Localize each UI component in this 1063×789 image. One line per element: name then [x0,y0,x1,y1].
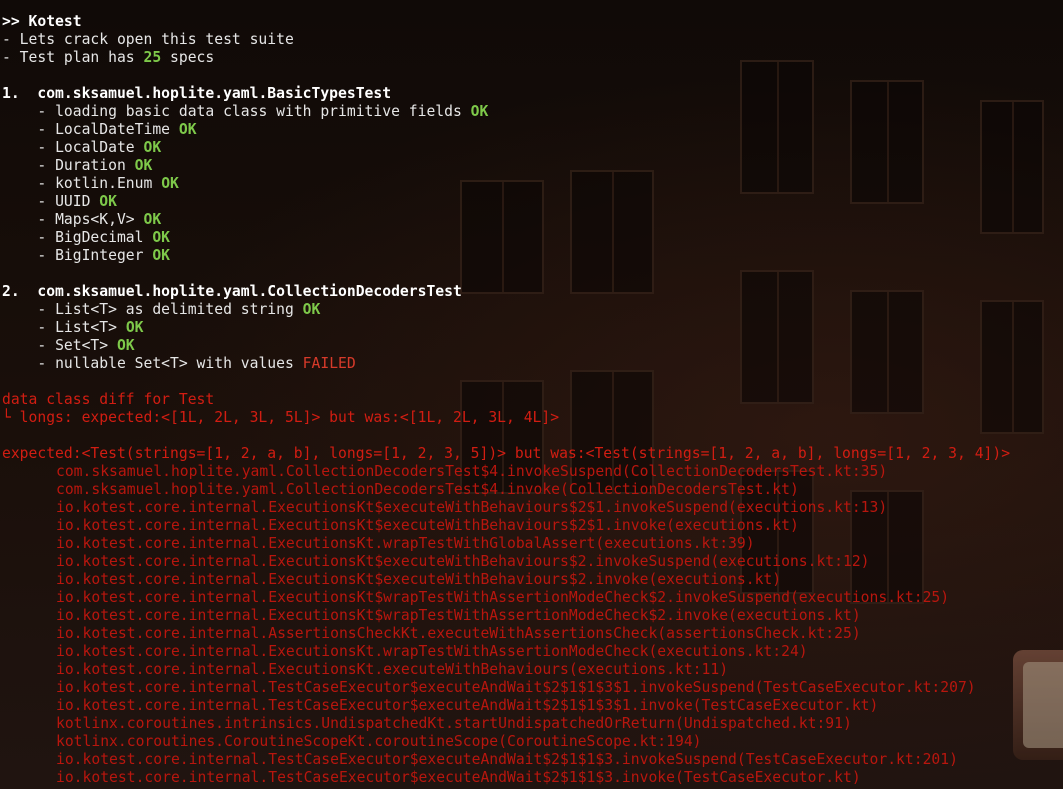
test-line: - kotlin.Enum OK [2,175,179,192]
test-line: - LocalDate OK [2,139,162,156]
expected-line: expected:<Test(strings=[1, 2, a, b], lon… [2,445,1011,462]
test-line: - BigInteger OK [2,247,171,264]
suite-name: com.sksamuel.hoplite.yaml.CollectionDeco… [37,283,462,300]
stack-frame: com.sksamuel.hoplite.yaml.CollectionDeco… [56,481,799,498]
suite-header: 1. com.sksamuel.hoplite.yaml.BasicTypesT… [2,85,392,102]
test-line: - UUID OK [2,193,117,210]
status-badge: OK [152,247,171,264]
stack-frame: com.sksamuel.hoplite.yaml.CollectionDeco… [56,463,888,480]
spec-count: 25 [143,49,162,66]
stack-frame: io.kotest.core.internal.ExecutionsKt$wra… [56,589,950,606]
suite-header: 2. com.sksamuel.hoplite.yaml.CollectionD… [2,283,462,300]
status-badge: OK [125,319,144,336]
test-line: - nullable Set<T> with values FAILED [2,355,356,372]
stack-frame: io.kotest.core.internal.AssertionsCheckK… [56,625,861,642]
stack-frame: io.kotest.core.internal.ExecutionsKt$wra… [56,607,861,624]
status-badge: OK [99,193,117,210]
status-badge: OK [143,211,162,228]
status-badge: OK [470,103,489,120]
stack-frame: io.kotest.core.internal.TestCaseExecutor… [56,769,861,786]
stack-frame: io.kotest.core.internal.TestCaseExecutor… [56,697,879,714]
stack-frame: io.kotest.core.internal.TestCaseExecutor… [56,679,976,696]
terminal-output: >> Kotest - Lets crack open this test su… [2,13,1063,787]
test-line: - BigDecimal OK [2,229,171,246]
stack-trace: com.sksamuel.hoplite.yaml.CollectionDeco… [2,463,1063,787]
suite-name: com.sksamuel.hoplite.yaml.BasicTypesTest [37,85,392,102]
test-line: - Maps<K,V> OK [2,211,162,228]
diff-line: └ longs: expected:<[1L, 2L, 3L, 5L]> but… [2,409,560,426]
status-badge: OK [178,121,197,138]
status-badge-failed: FAILED [302,355,356,372]
status-badge: OK [302,301,321,318]
test-line: - Set<T> OK [2,337,135,354]
header-title: >> Kotest [2,13,82,30]
stack-frame: io.kotest.core.internal.ExecutionsKt.exe… [56,661,729,678]
header-intro: - Lets crack open this test suite [2,31,294,48]
test-line: - LocalDateTime OK [2,121,197,138]
test-line: - List<T> OK [2,319,144,336]
diff-title: data class diff for Test [2,391,215,408]
status-badge: OK [152,229,171,246]
stack-frame: io.kotest.core.internal.ExecutionsKt.wra… [56,643,808,660]
stack-frame: io.kotest.core.internal.TestCaseExecutor… [56,751,958,768]
stack-frame: io.kotest.core.internal.ExecutionsKt.wra… [56,535,755,552]
status-badge: OK [134,157,153,174]
stack-frame: kotlinx.coroutines.intrinsics.Undispatch… [56,715,852,732]
test-line: - List<T> as delimited string OK [2,301,321,318]
stack-frame: io.kotest.core.internal.ExecutionsKt$exe… [56,499,888,516]
status-badge: OK [116,337,135,354]
stack-frame: io.kotest.core.internal.ExecutionsKt$exe… [56,553,870,570]
stack-frame: io.kotest.core.internal.ExecutionsKt$exe… [56,571,782,588]
status-badge: OK [161,175,179,192]
stack-frame: kotlinx.coroutines.CoroutineScopeKt.coro… [56,733,702,750]
test-line: - Duration OK [2,157,153,174]
test-line: - loading basic data class with primitiv… [2,103,489,120]
status-badge: OK [143,139,162,156]
stack-frame: io.kotest.core.internal.ExecutionsKt$exe… [56,517,799,534]
test-plan-line: - Test plan has 25 specs [2,49,215,66]
terminal-window[interactable]: >> Kotest - Lets crack open this test su… [0,0,1063,789]
